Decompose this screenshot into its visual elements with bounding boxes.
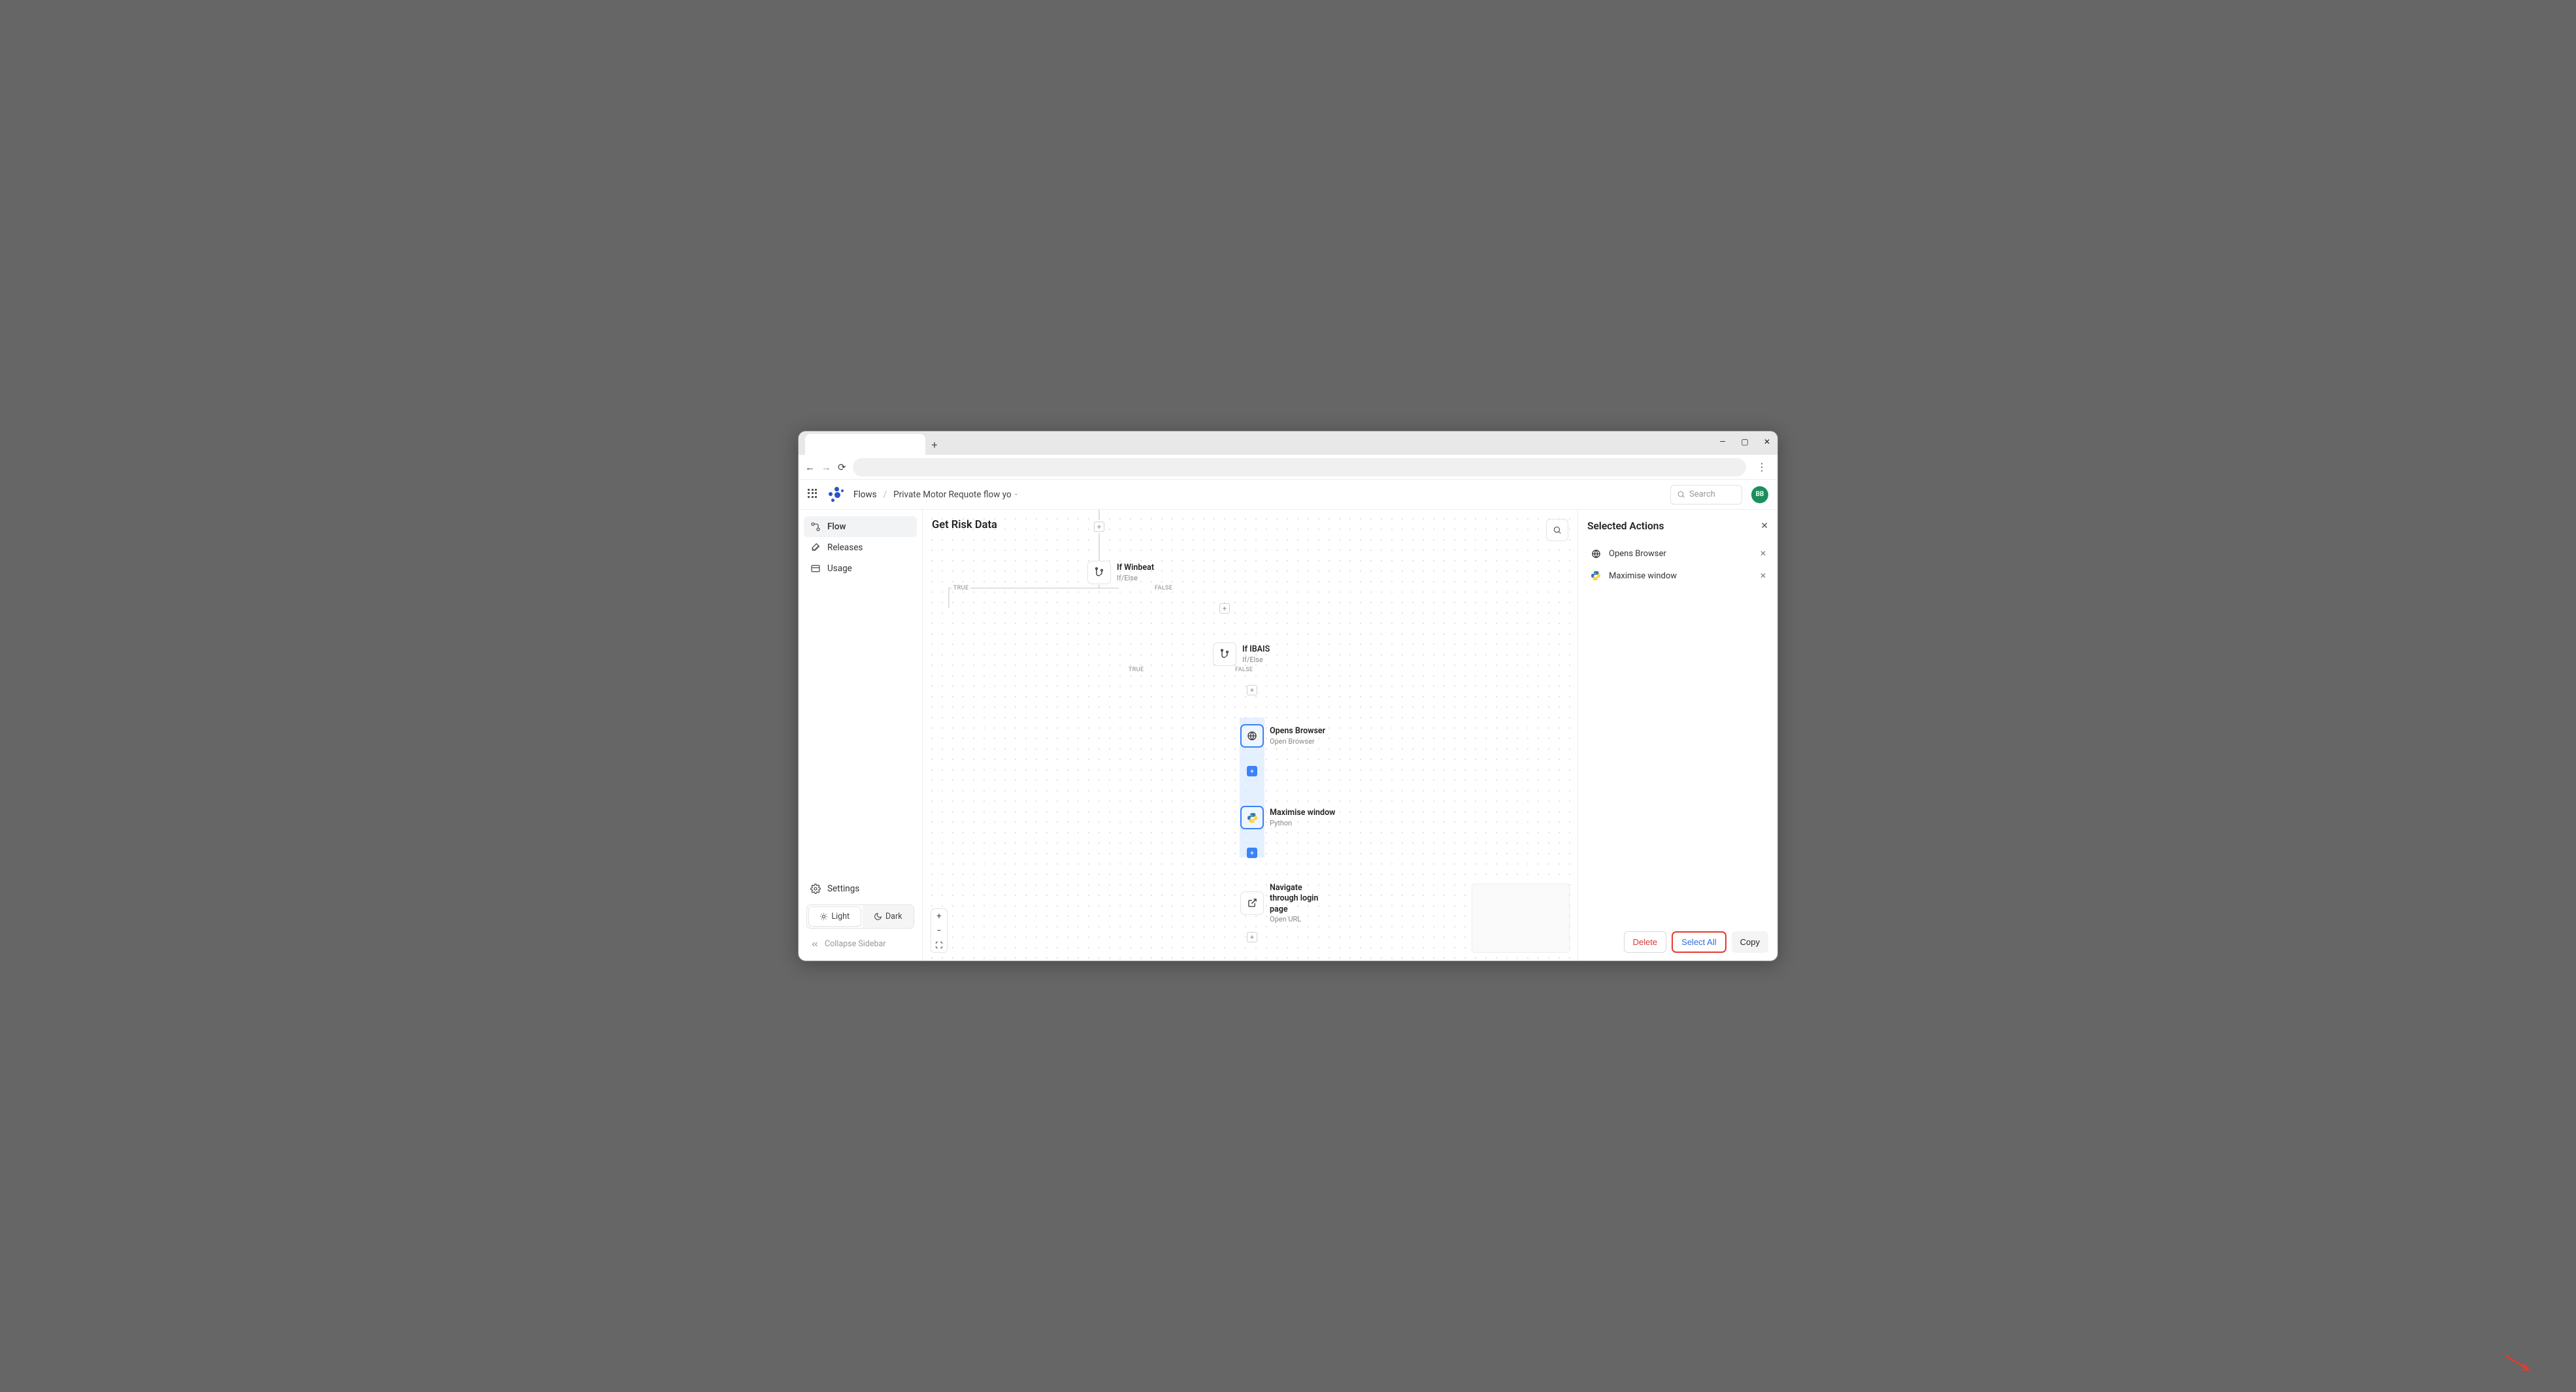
globe-icon xyxy=(1240,724,1264,748)
sidebar-item-label: Settings xyxy=(827,884,859,894)
node-title: Opens Browser xyxy=(1270,726,1325,737)
branch-label-false: FALSE xyxy=(1233,667,1255,673)
minimap[interactable] xyxy=(1472,884,1570,953)
flow-canvas[interactable]: Get Risk Data + xyxy=(923,510,1577,961)
releases-icon xyxy=(810,542,821,553)
browser-tab[interactable] xyxy=(805,434,925,455)
globe-icon xyxy=(1589,547,1602,560)
node-if-winbeat[interactable]: If Winbeat If/Else xyxy=(1087,561,1154,584)
node-if-ibais[interactable]: If IBAIS If/Else xyxy=(1213,642,1270,666)
canvas-title: Get Risk Data xyxy=(932,519,997,531)
sidebar: Flow Releases Usage Settings Light xyxy=(799,510,923,961)
branch-label-true: TRUE xyxy=(951,585,970,591)
python-icon xyxy=(1240,806,1264,829)
node-title: If Winbeat xyxy=(1117,563,1154,573)
theme-light-button[interactable]: Light xyxy=(808,906,861,927)
theme-toggle: Light Dark xyxy=(806,904,914,929)
nav-back-icon[interactable]: ← xyxy=(805,461,815,473)
window-close-button[interactable]: ✕ xyxy=(1760,437,1774,446)
add-node-button[interactable]: + xyxy=(1247,932,1257,942)
search-icon xyxy=(1553,525,1562,535)
node-subtitle: If/Else xyxy=(1117,574,1154,582)
branch-icon xyxy=(1087,561,1111,584)
node-maximise-window[interactable]: Maximise window Python xyxy=(1240,806,1335,829)
search-placeholder: Search xyxy=(1689,489,1715,499)
zoom-fit-button[interactable] xyxy=(931,938,947,952)
apps-grid-icon[interactable] xyxy=(808,489,819,501)
branch-icon xyxy=(1213,642,1236,666)
node-subtitle: Python xyxy=(1270,819,1335,827)
collapse-sidebar-button[interactable]: Collapse Sidebar xyxy=(804,934,917,954)
sun-icon xyxy=(819,912,828,921)
zoom-in-button[interactable]: + xyxy=(931,909,947,923)
selected-action-label: Maximise window xyxy=(1609,571,1677,581)
theme-dark-button[interactable]: Dark xyxy=(863,905,914,928)
chevrons-left-icon xyxy=(810,940,819,949)
browser-window: + — ▢ ✕ ← → ⟳ ⋮ Flows / Private Motor Re… xyxy=(798,431,1778,961)
node-title: Navigate through login page xyxy=(1270,883,1329,915)
selected-action-label: Opens Browser xyxy=(1609,549,1666,559)
breadcrumb-root[interactable]: Flows xyxy=(853,489,877,500)
node-subtitle: Open URL xyxy=(1270,915,1329,923)
user-avatar[interactable]: BB xyxy=(1751,486,1768,503)
selected-action-item: Opens Browser ✕ xyxy=(1587,542,1768,565)
panel-title: Selected Actions xyxy=(1587,520,1664,532)
select-all-button[interactable]: Select All xyxy=(1672,931,1726,953)
node-opens-browser[interactable]: Opens Browser Open Browser xyxy=(1240,724,1325,748)
node-navigate-login[interactable]: Navigate through login page Open URL xyxy=(1240,883,1329,923)
selected-actions-panel: Selected Actions ✕ Opens Browser ✕ Maxim… xyxy=(1577,510,1777,961)
zoom-controls: + − xyxy=(931,908,948,953)
remove-item-button[interactable]: ✕ xyxy=(1760,571,1766,580)
chevron-down-icon: › xyxy=(1012,493,1019,495)
selected-action-item: Maximise window ✕ xyxy=(1587,565,1768,587)
add-node-button[interactable]: + xyxy=(1219,603,1230,614)
node-subtitle: If/Else xyxy=(1242,655,1270,664)
panel-actions: Delete Select All Copy xyxy=(1587,931,1768,953)
breadcrumb-current[interactable]: Private Motor Requote flow yo › xyxy=(893,489,1017,500)
url-bar[interactable] xyxy=(853,458,1746,476)
node-title: If IBAIS xyxy=(1242,644,1270,655)
nav-reload-icon[interactable]: ⟳ xyxy=(838,461,846,473)
sidebar-item-flow[interactable]: Flow xyxy=(804,516,917,537)
browser-menu-icon[interactable]: ⋮ xyxy=(1753,461,1771,473)
sidebar-item-label: Releases xyxy=(827,542,863,553)
app-logo xyxy=(829,487,844,503)
sidebar-item-settings[interactable]: Settings xyxy=(804,878,917,899)
add-node-button[interactable]: + xyxy=(1247,766,1257,776)
app-header: Flows / Private Motor Requote flow yo › … xyxy=(799,480,1777,510)
search-icon xyxy=(1677,490,1685,499)
add-node-button[interactable]: + xyxy=(1247,685,1257,695)
breadcrumb: Flows / Private Motor Requote flow yo › xyxy=(853,489,1017,500)
python-icon xyxy=(1589,569,1602,582)
branch-label-true: TRUE xyxy=(1127,667,1146,673)
sidebar-item-label: Usage xyxy=(827,563,852,574)
zoom-out-button[interactable]: − xyxy=(931,923,947,938)
external-link-icon xyxy=(1240,891,1264,915)
canvas-search-button[interactable] xyxy=(1546,519,1568,541)
node-title: Maximise window xyxy=(1270,808,1335,818)
gear-icon xyxy=(810,884,821,894)
moon-icon xyxy=(874,912,882,921)
node-subtitle: Open Browser xyxy=(1270,737,1325,746)
add-node-button[interactable]: + xyxy=(1247,848,1257,858)
panel-close-button[interactable]: ✕ xyxy=(1760,521,1768,531)
new-tab-button[interactable]: + xyxy=(925,434,944,455)
browser-tabstrip: + — ▢ ✕ xyxy=(799,431,1777,455)
window-minimize-button[interactable]: — xyxy=(1716,437,1729,446)
remove-item-button[interactable]: ✕ xyxy=(1760,549,1766,558)
browser-toolbar: ← → ⟳ ⋮ xyxy=(799,455,1777,480)
nav-forward-icon[interactable]: → xyxy=(821,461,831,473)
sidebar-item-usage[interactable]: Usage xyxy=(804,558,917,579)
branch-label-false: FALSE xyxy=(1153,585,1174,591)
search-input[interactable]: Search xyxy=(1670,485,1742,505)
delete-button[interactable]: Delete xyxy=(1624,931,1667,953)
sidebar-item-label: Flow xyxy=(827,522,846,532)
sidebar-item-releases[interactable]: Releases xyxy=(804,537,917,558)
window-maximize-button[interactable]: ▢ xyxy=(1738,437,1751,446)
copy-button[interactable]: Copy xyxy=(1732,931,1768,953)
usage-icon xyxy=(810,563,821,574)
add-node-button[interactable]: + xyxy=(1094,522,1104,532)
breadcrumb-separator: / xyxy=(883,489,887,500)
flow-icon xyxy=(810,522,821,532)
